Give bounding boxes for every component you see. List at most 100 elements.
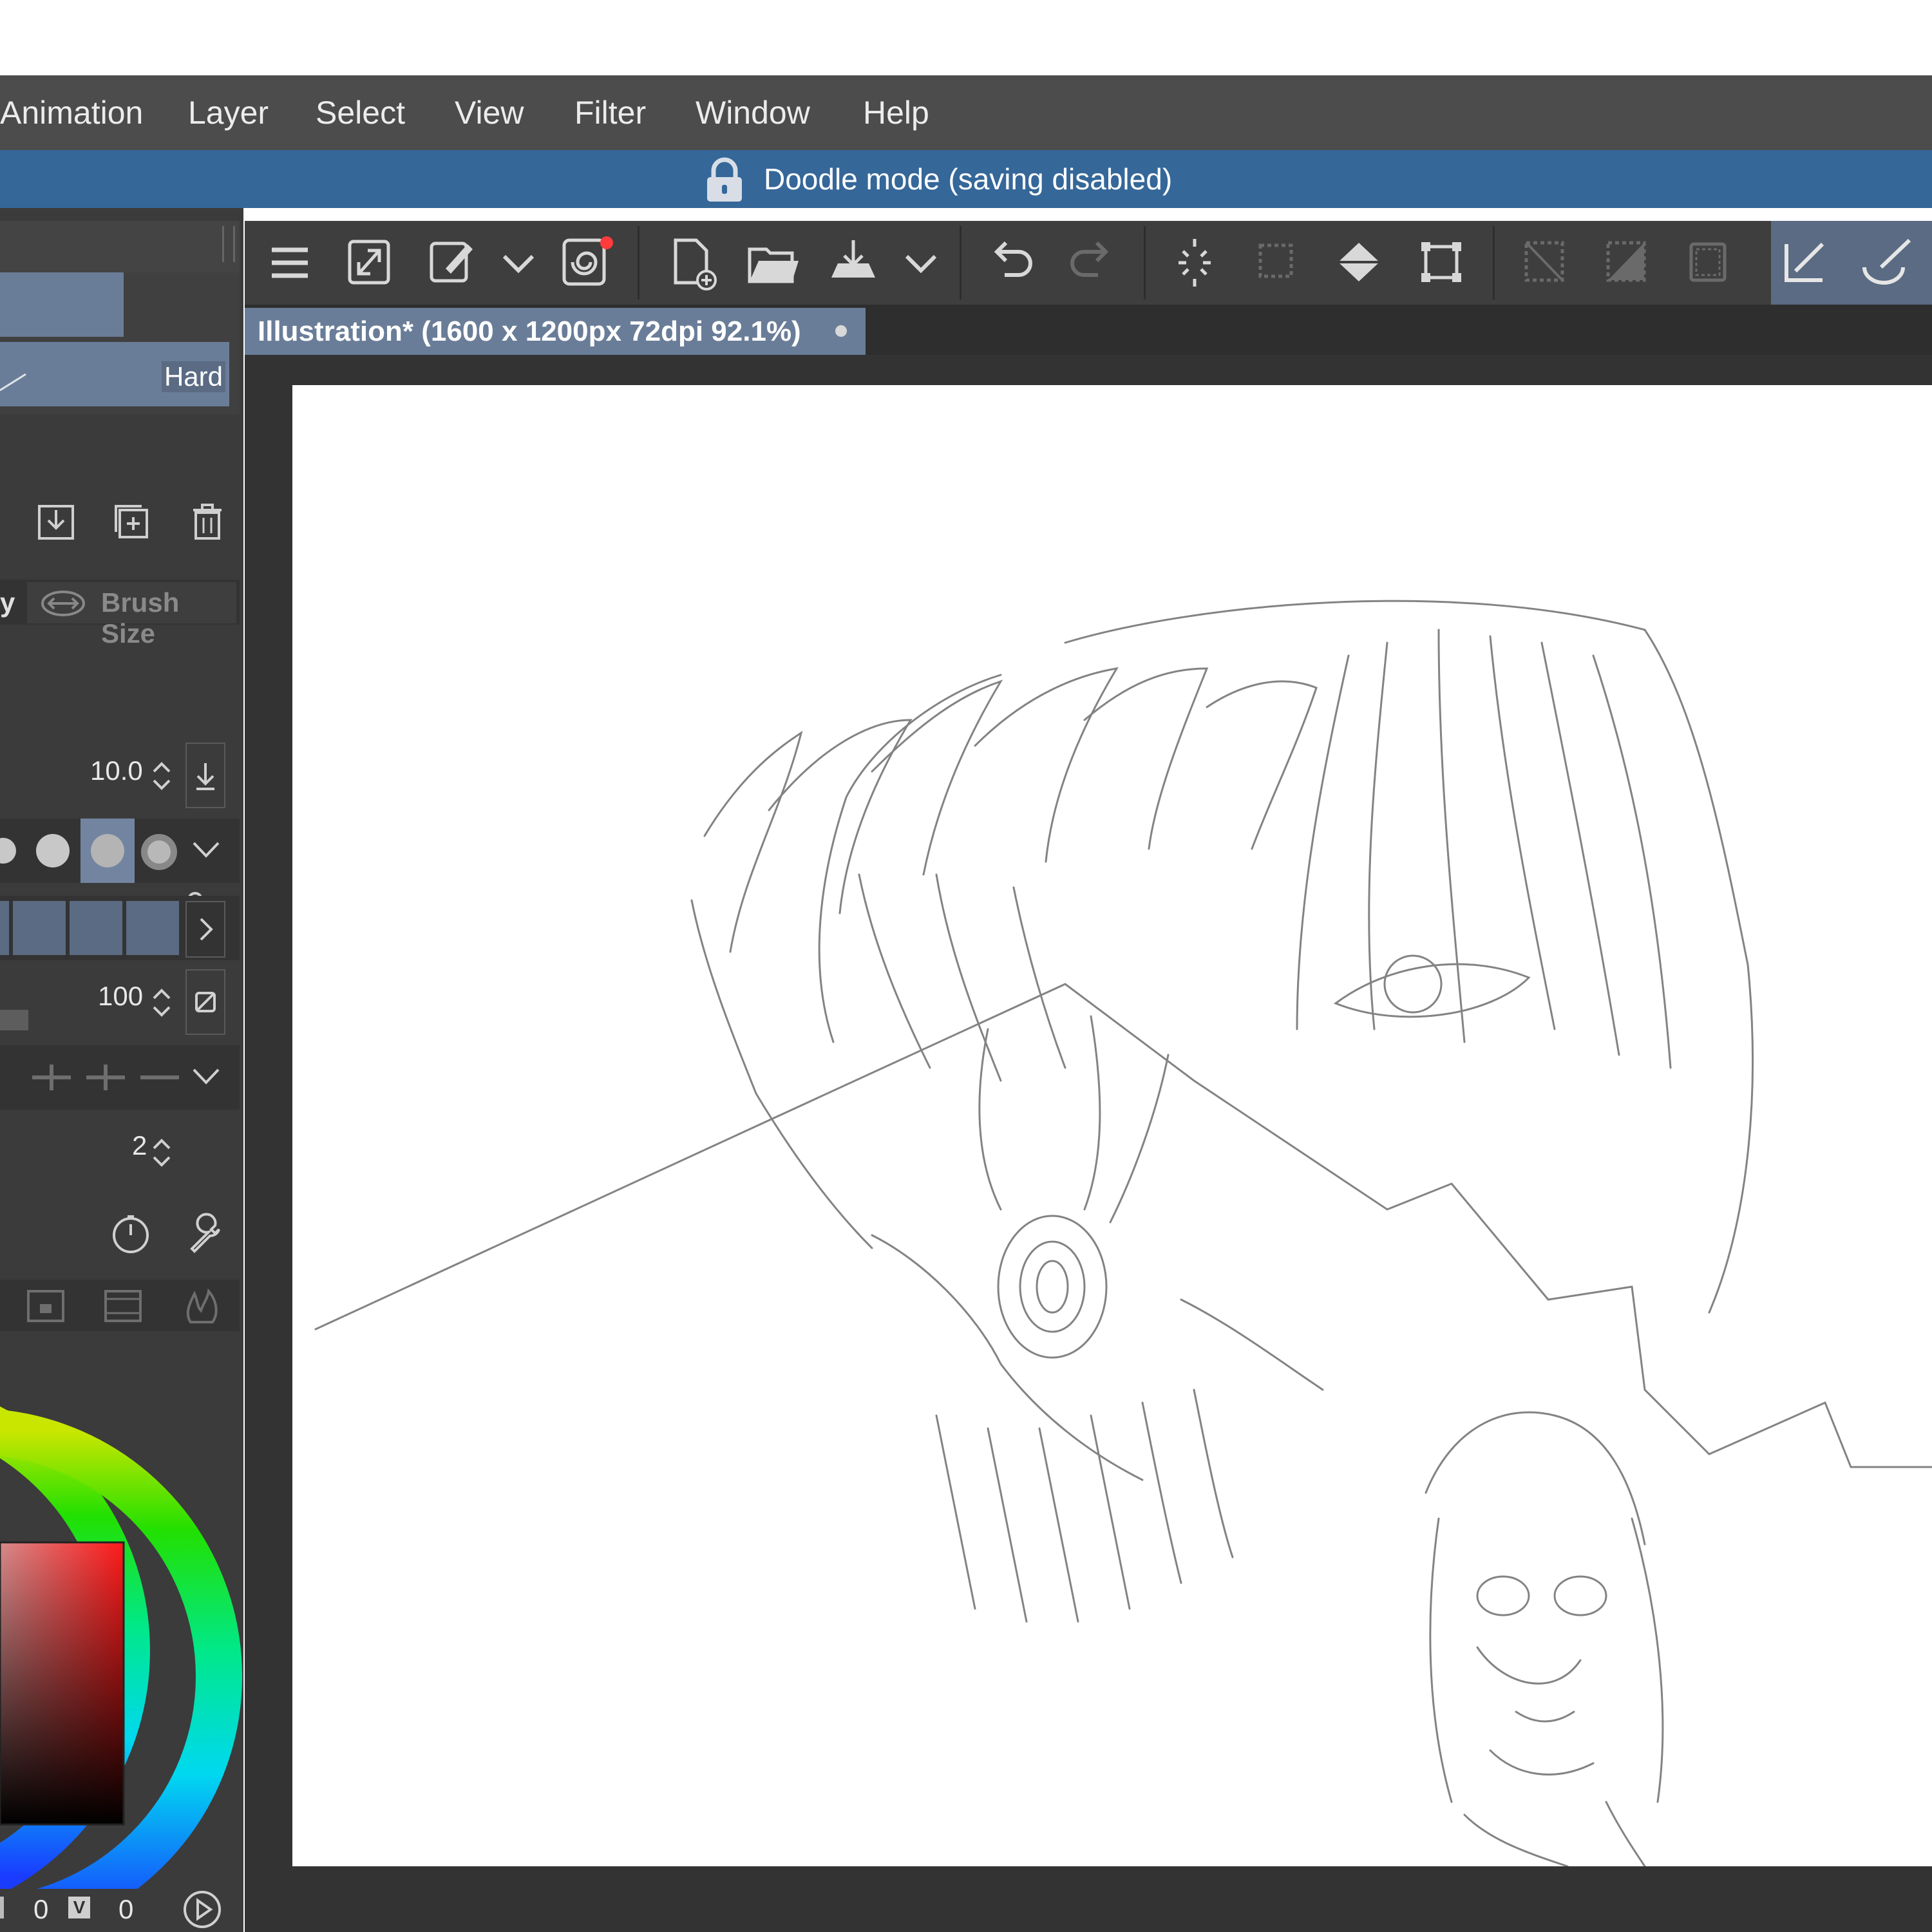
panel-header (0, 221, 240, 272)
menu-help[interactable]: Help (863, 75, 929, 150)
toolbar-separator (1144, 226, 1146, 299)
opacity-pressure-button[interactable] (185, 969, 225, 1035)
color-value-a[interactable]: 0 (33, 1894, 48, 1925)
tab-brush-size-label: Brush Size (101, 587, 180, 649)
transform-icon[interactable] (1409, 221, 1473, 305)
menu-window[interactable]: Window (696, 75, 810, 150)
swatch-slot[interactable] (0, 901, 9, 955)
opacity-spinner-icon[interactable] (151, 985, 172, 1020)
brush-preset-label: Hard (161, 361, 225, 392)
menu-select[interactable]: Select (316, 75, 405, 150)
document-tab[interactable]: Illustration* (1600 x 1200px 72dpi 92.1%… (245, 308, 866, 355)
size-default-button[interactable] (185, 743, 225, 808)
chevron-down-icon[interactable] (486, 221, 551, 305)
brush-settings-tabs: y Brush Size (0, 580, 240, 649)
play-circle-icon[interactable] (182, 1889, 223, 1930)
layer-comp-icon[interactable] (26, 1287, 66, 1325)
pressure-toggle-icon (195, 992, 216, 1012)
wrench-icon[interactable] (185, 1213, 228, 1255)
onion-skin-icon[interactable] (182, 1287, 222, 1325)
invert-selection-icon[interactable] (1594, 221, 1658, 305)
duplicate-preset-icon[interactable] (111, 501, 152, 542)
brush-size-icon (41, 591, 85, 616)
tool-settings-panel: Hard y Brush Size 10.0 100 2 0 V 0 (0, 208, 243, 1932)
size-spinner-icon[interactable] (151, 759, 172, 793)
save-icon[interactable] (821, 221, 886, 305)
tab-brush-size[interactable]: Brush Size (27, 582, 236, 649)
chevron-down-icon[interactable] (190, 1065, 222, 1090)
open-folder-icon[interactable] (741, 221, 805, 305)
brush-stroke-preview-icon (0, 373, 26, 392)
delete-preset-icon[interactable] (187, 501, 228, 542)
doodle-mode-label: Doodle mode (saving disabled) (764, 162, 1173, 196)
spacing-value[interactable]: 2 (132, 1130, 147, 1161)
brush-tip-hard-icon[interactable] (33, 831, 72, 870)
brush-size-value[interactable]: 10.0 (90, 755, 143, 786)
color-value-b[interactable]: 0 (118, 1894, 133, 1925)
toolbar-separator (960, 226, 961, 299)
chevron-right-icon (200, 918, 213, 941)
menu-animation[interactable]: Animation (0, 75, 143, 150)
menu-filter[interactable]: Filter (574, 75, 646, 150)
hamburger-menu-icon[interactable] (258, 221, 322, 305)
stabilizer-row (0, 1045, 240, 1110)
toolbar-separator (1493, 226, 1495, 299)
active-tool-group (1771, 221, 1932, 305)
timer-icon[interactable] (109, 1213, 152, 1255)
brush-pen-icon[interactable] (1771, 221, 1835, 305)
menu-bar: Animation Layer Select View Filter Windo… (0, 75, 1932, 150)
save-preset-icon[interactable] (35, 501, 77, 542)
color-wheel[interactable] (0, 1354, 243, 1895)
fullscreen-icon[interactable] (337, 221, 401, 305)
brush-preset-area: Hard (0, 272, 240, 414)
panel-tab-strip (0, 1280, 240, 1331)
menu-view[interactable]: View (455, 75, 524, 150)
document-tab-title: Illustration* (1600 x 1200px 72dpi 92.1%… (258, 316, 801, 347)
tab-partial[interactable]: y (0, 587, 15, 618)
menu-layer[interactable]: Layer (188, 75, 269, 150)
brush-tip-softer-icon[interactable] (138, 831, 180, 873)
loading-spinner-icon[interactable] (1162, 221, 1227, 305)
selection-border-icon[interactable] (1676, 221, 1740, 305)
deselect-icon[interactable] (1512, 221, 1577, 305)
channel-badge-partial (0, 1897, 4, 1918)
v-channel-badge: V (68, 1897, 90, 1918)
pencil-sketch (314, 600, 1932, 1868)
redo-icon[interactable] (1059, 221, 1124, 305)
color-values-row: 0 V 0 (0, 1889, 243, 1932)
chevron-down-icon[interactable] (190, 838, 222, 864)
lock-icon (707, 157, 742, 202)
swatch-slot[interactable] (13, 901, 66, 955)
brush-tip-row (0, 819, 240, 883)
swatch-slot[interactable] (70, 901, 122, 955)
recording-icon[interactable] (554, 221, 618, 305)
unsaved-dot-icon[interactable] (835, 325, 847, 337)
brush-preset-hard[interactable]: Hard (0, 342, 229, 406)
download-arrow-icon (196, 763, 214, 790)
chevron-down-icon[interactable] (889, 221, 953, 305)
brush-tip-soft-icon (91, 834, 124, 867)
spacing-spinner-icon[interactable] (151, 1135, 172, 1170)
film-strip-icon[interactable] (103, 1287, 143, 1325)
brush-swatch-row (0, 896, 240, 960)
toolbar-separator (638, 226, 639, 299)
brush-preset-tab-active[interactable] (0, 272, 124, 337)
drawing-canvas[interactable] (292, 385, 1932, 1868)
swatch-next-button[interactable] (185, 901, 225, 958)
opacity-value[interactable]: 100 (98, 981, 143, 1012)
brush-stroke-icon[interactable] (1852, 221, 1916, 305)
panel-drag-handle[interactable] (222, 226, 235, 262)
brush-tip-partial-icon[interactable] (0, 835, 19, 867)
opacity-slider-fill[interactable] (0, 1010, 28, 1030)
undo-icon[interactable] (979, 221, 1043, 305)
fill-bucket-icon[interactable] (1327, 221, 1391, 305)
new-document-icon[interactable] (660, 221, 724, 305)
brush-tip-soft-selected[interactable] (80, 819, 135, 883)
doodle-mode-banner: Doodle mode (saving disabled) (0, 150, 1932, 208)
swatch-slot[interactable] (126, 901, 179, 955)
main-toolbar (245, 221, 1932, 305)
brush-tool-icon[interactable] (419, 221, 483, 305)
stabilizer-options-icon[interactable] (32, 1058, 200, 1097)
document-tab-bar: Illustration* (1600 x 1200px 72dpi 92.1%… (245, 305, 1932, 355)
select-dotted-icon[interactable] (1245, 221, 1309, 305)
